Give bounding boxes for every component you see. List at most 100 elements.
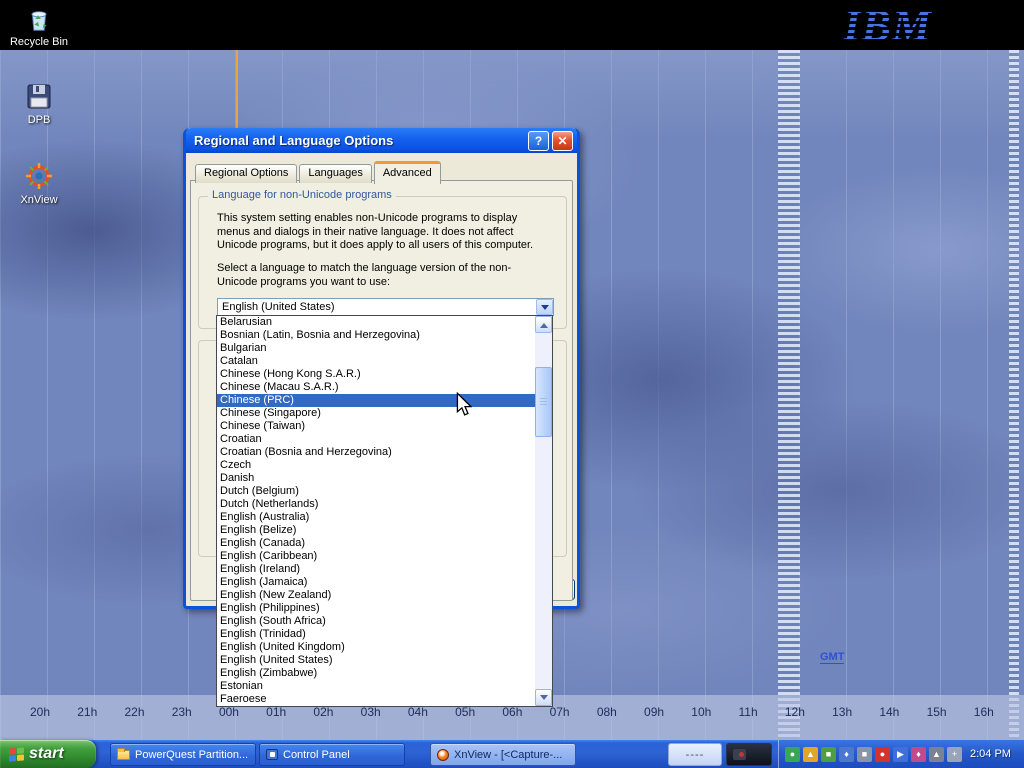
list-item[interactable]: English (Zimbabwe) xyxy=(217,667,535,680)
combobox-dropdown-button[interactable] xyxy=(536,299,553,315)
list-item[interactable]: English (Philippines) xyxy=(217,602,535,615)
timezone-label: 16h xyxy=(974,705,994,719)
current-timezone-line xyxy=(236,50,238,128)
scrollbar-track[interactable] xyxy=(535,333,552,689)
list-item[interactable]: English (Trinidad) xyxy=(217,628,535,641)
folder-icon xyxy=(117,750,130,760)
list-item[interactable]: Chinese (Taiwan) xyxy=(217,420,535,433)
list-item[interactable]: Belarusian xyxy=(217,316,535,329)
list-item[interactable]: Czech xyxy=(217,459,535,472)
dropdown-scrollbar xyxy=(535,316,552,706)
language-dropdown: BelarusianBosnian (Latin, Bosnia and Her… xyxy=(216,315,553,707)
list-item[interactable]: Croatian xyxy=(217,433,535,446)
desktop-icon-xnview[interactable]: XnView xyxy=(0,160,78,206)
timezone-hatch-band xyxy=(778,50,800,740)
list-item[interactable]: Croatian (Bosnia and Herzegovina) xyxy=(217,446,535,459)
timezone-label: 12h xyxy=(785,705,805,719)
gmt-label: GMT xyxy=(820,651,844,664)
list-item[interactable]: English (Ireland) xyxy=(217,563,535,576)
list-item[interactable]: English (Jamaica) xyxy=(217,576,535,589)
tab[interactable]: Regional Options xyxy=(195,164,297,183)
list-item[interactable]: Chinese (PRC) xyxy=(217,394,535,407)
language-combobox[interactable]: English (United States) xyxy=(217,298,554,316)
timezone-label: 01h xyxy=(266,705,286,719)
antivirus-icon[interactable]: ■ xyxy=(821,747,836,762)
desktop-icon-recycle-bin[interactable]: Recycle Bin xyxy=(0,4,78,48)
language-non-unicode-groupbox: Language for non-Unicode programs This s… xyxy=(198,196,567,329)
dialog-title-bar[interactable]: Regional and Language Options ? ✕ xyxy=(186,128,577,153)
list-item[interactable]: Chinese (Macau S.A.R.) xyxy=(217,381,535,394)
list-item[interactable]: Danish xyxy=(217,472,535,485)
taskbar-button-powerquest[interactable]: PowerQuest Partition... xyxy=(110,743,256,766)
list-item[interactable]: Dutch (Netherlands) xyxy=(217,498,535,511)
list-item[interactable]: Chinese (Hong Kong S.A.R.) xyxy=(217,368,535,381)
desktop-icon-label: DPB xyxy=(0,114,78,126)
dialog-title: Regional and Language Options xyxy=(194,133,525,148)
scroll-up-button[interactable] xyxy=(535,316,552,333)
list-item[interactable]: English (Australia) xyxy=(217,511,535,524)
taskbar-toolbar[interactable]: ---- xyxy=(668,743,722,766)
list-item[interactable]: English (New Zealand) xyxy=(217,589,535,602)
desktop-icon-label: Recycle Bin xyxy=(0,36,78,48)
timezone-label: 15h xyxy=(927,705,947,719)
taskbar-button-misc[interactable] xyxy=(726,743,772,766)
desktop-icon-label: XnView xyxy=(0,194,78,206)
timezone-label: 09h xyxy=(644,705,664,719)
instruction-text: Select a language to match the language … xyxy=(217,262,551,289)
tab[interactable]: Languages xyxy=(299,164,371,183)
list-item[interactable]: English (South Africa) xyxy=(217,615,535,628)
list-item[interactable]: Bulgarian xyxy=(217,342,535,355)
scheduler-icon[interactable]: ▲ xyxy=(929,747,944,762)
app-icon xyxy=(733,749,746,760)
messenger-icon[interactable]: ♦ xyxy=(911,747,926,762)
description-text: This system setting enables non-Unicode … xyxy=(217,212,551,253)
timezone-label: 03h xyxy=(361,705,381,719)
desktop-icon-dpb[interactable]: DPB xyxy=(0,80,78,126)
list-item[interactable]: Chinese (Singapore) xyxy=(217,407,535,420)
timezone-label: 21h xyxy=(77,705,97,719)
list-item[interactable]: Catalan xyxy=(217,355,535,368)
list-item[interactable]: English (Caribbean) xyxy=(217,550,535,563)
clipboard-icon[interactable]: + xyxy=(947,747,962,762)
list-item[interactable]: English (United States) xyxy=(217,654,535,667)
ibm-logo: IBM xyxy=(843,0,932,51)
display-icon[interactable]: ■ xyxy=(857,747,872,762)
list-item[interactable]: English (Canada) xyxy=(217,537,535,550)
disk-icon xyxy=(23,80,55,112)
taskbar-button-control-panel[interactable]: Control Panel xyxy=(259,743,405,766)
taskbar: start PowerQuest Partition... Control Pa… xyxy=(0,740,1024,768)
timezone-label: 08h xyxy=(597,705,617,719)
volume-icon[interactable]: ▶ xyxy=(893,747,908,762)
taskbar-clock[interactable]: 2:04 PM xyxy=(970,748,1011,760)
list-item[interactable]: English (United Kingdom) xyxy=(217,641,535,654)
close-button[interactable]: ✕ xyxy=(552,131,573,151)
timezone-hatch-line xyxy=(1009,50,1019,740)
network-icon[interactable]: ♦ xyxy=(839,747,854,762)
mouse-cursor xyxy=(456,392,472,417)
list-item[interactable]: English (Belize) xyxy=(217,524,535,537)
timezone-label: 05h xyxy=(455,705,475,719)
timezone-label: 02h xyxy=(313,705,333,719)
help-button[interactable]: ? xyxy=(528,131,549,151)
timezone-label: 04h xyxy=(408,705,428,719)
timezone-label: 00h xyxy=(219,705,239,719)
alert-icon[interactable]: ● xyxy=(875,747,890,762)
list-item[interactable]: Dutch (Belgium) xyxy=(217,485,535,498)
timezone-label: 07h xyxy=(550,705,570,719)
security-alert-icon[interactable]: ▲ xyxy=(803,747,818,762)
timezone-label: 23h xyxy=(172,705,192,719)
scrollbar-thumb[interactable] xyxy=(535,367,552,437)
timezone-label: 20h xyxy=(30,705,50,719)
tab[interactable]: Advanced xyxy=(374,161,441,184)
system-tray: ●▲■♦■●▶♦▲+ 2:04 PM xyxy=(778,740,1024,768)
list-item[interactable]: Estonian xyxy=(217,680,535,693)
taskbar-button-xnview[interactable]: XnView - [<Capture-... xyxy=(430,743,576,766)
safely-remove-icon[interactable]: ● xyxy=(785,747,800,762)
start-button[interactable]: start xyxy=(0,740,96,768)
scroll-down-button[interactable] xyxy=(535,689,552,706)
list-item[interactable]: Bosnian (Latin, Bosnia and Herzegovina) xyxy=(217,329,535,342)
control-panel-icon xyxy=(266,749,278,760)
language-list: BelarusianBosnian (Latin, Bosnia and Her… xyxy=(217,316,535,706)
start-label: start xyxy=(29,745,64,763)
list-item[interactable]: Faeroese xyxy=(217,693,535,706)
